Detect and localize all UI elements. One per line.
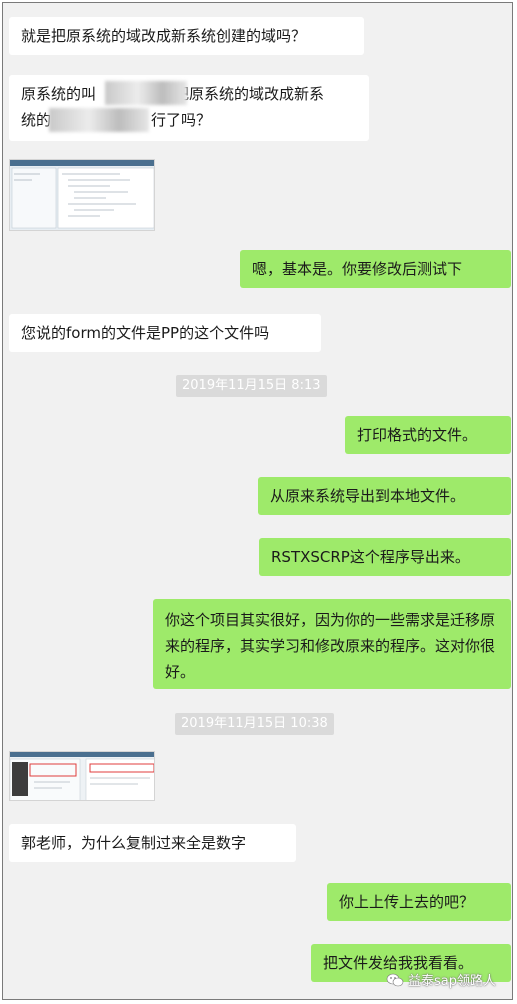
message-sent[interactable]: 你上上传上去的吧？ xyxy=(327,883,511,921)
message-text: 打印格式的文件。 xyxy=(357,426,478,444)
message-sent[interactable]: 从原来系统导出到本地文件。 xyxy=(258,477,511,515)
message-text: RSTXSCRP这个程序导出来。 xyxy=(271,548,470,566)
message-text: 你上上传上去的吧？ xyxy=(339,893,475,911)
message-received[interactable]: 就是把原系统的域改成新系统创建的域吗？ xyxy=(9,17,364,55)
message-text: 就是把原系统的域改成新系统创建的域吗？ xyxy=(21,27,307,45)
message-text: 郭老师，为什么复制过来全是数字 xyxy=(21,834,247,852)
timestamp: 2019年11月15日 8:13 xyxy=(176,375,327,397)
message-text: 嗯，基本是。你要修改后测试下 xyxy=(252,260,463,278)
message-text: 行了吗？ xyxy=(151,111,212,129)
message-sent[interactable]: 打印格式的文件。 xyxy=(345,416,511,454)
message-text: 您说的form的文件是PP的这个文件吗 xyxy=(21,324,270,342)
watermark-text: 益泰sap领路人 xyxy=(408,974,496,989)
message-sent[interactable]: 嗯，基本是。你要修改后测试下 xyxy=(240,250,511,288)
watermark: 益泰sap领路人 xyxy=(386,970,496,989)
wechat-icon xyxy=(386,973,404,986)
chat-window: 就是把原系统的域改成新系统创建的域吗？ 原系统的叫 把原系统的域改成新系 统的 行了… xyxy=(2,2,513,1000)
message-text: 把原系统的域改成新系 xyxy=(174,85,325,103)
sap-editor-preview-icon xyxy=(10,160,154,230)
redaction-blur xyxy=(105,81,187,105)
message-text: 你这个项目其实很好，因为你的一些需求是迁移原来的程序，其实学习和修改原来的程序。… xyxy=(165,611,496,681)
sap-screen-preview-icon xyxy=(10,752,154,800)
message-received[interactable]: 郭老师，为什么复制过来全是数字 xyxy=(9,824,296,862)
message-received[interactable]: 您说的form的文件是PP的这个文件吗 xyxy=(9,314,321,352)
screenshot-thumbnail[interactable] xyxy=(9,159,155,231)
timestamp: 2019年11月15日 10:38 xyxy=(175,713,334,735)
message-text: 从原来系统导出到本地文件。 xyxy=(270,487,466,505)
message-sent[interactable]: 你这个项目其实很好，因为你的一些需求是迁移原来的程序，其实学习和修改原来的程序。… xyxy=(153,599,511,689)
screenshot-thumbnail[interactable] xyxy=(9,751,155,801)
message-text: 原系统的叫 xyxy=(21,85,97,103)
message-received[interactable]: 原系统的叫 把原系统的域改成新系 统的 行了吗？ xyxy=(9,75,369,141)
message-sent[interactable]: RSTXSCRP这个程序导出来。 xyxy=(259,538,511,576)
redaction-blur xyxy=(49,108,149,132)
message-text: 统的 xyxy=(21,111,52,129)
